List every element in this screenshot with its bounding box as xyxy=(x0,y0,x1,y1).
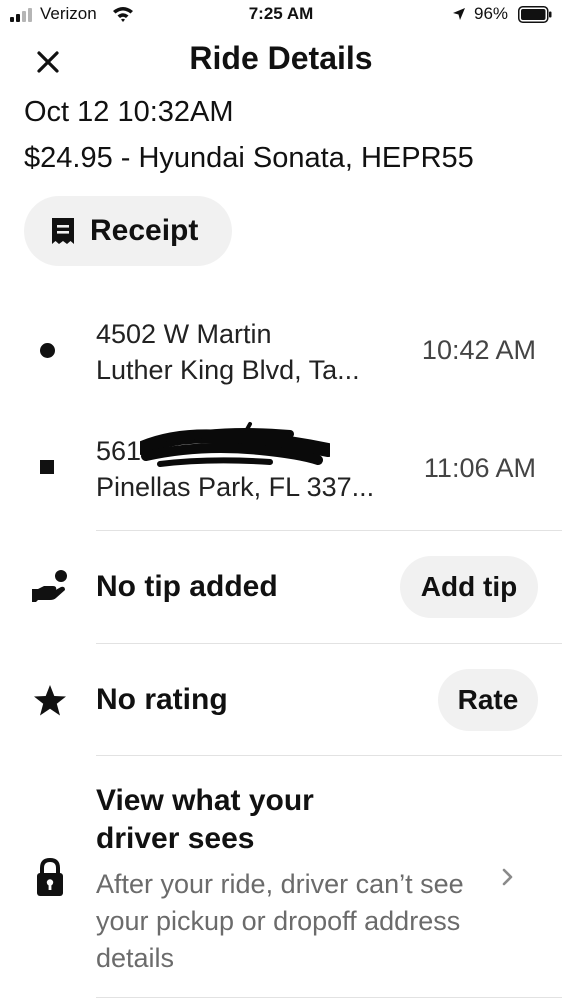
receipt-button[interactable]: Receipt xyxy=(24,196,232,266)
dropoff-address-line2: Pinellas Park, FL 337... xyxy=(96,472,375,502)
lock-icon xyxy=(37,857,63,896)
dropoff-time: 11:06 AM xyxy=(423,453,536,483)
driver-view-title: View what your driver sees xyxy=(96,784,314,855)
rate-button[interactable]: Rate xyxy=(438,669,538,731)
pickup-address-line2: Luther King Blvd, Ta... xyxy=(96,355,360,385)
pickup-time: 10:42 AM xyxy=(421,335,536,365)
chevron-right-icon[interactable] xyxy=(498,862,518,892)
divider xyxy=(96,755,562,756)
driver-view-description: After your ride, driver can’t see your p… xyxy=(96,869,464,973)
divider xyxy=(96,643,562,644)
tip-hand-icon xyxy=(32,570,67,602)
pickup-address-line1: 4502 W Martin xyxy=(96,319,272,349)
redaction-scribble xyxy=(140,422,330,467)
rating-status: No rating xyxy=(96,683,228,716)
location-arrow-icon xyxy=(453,8,465,20)
star-icon xyxy=(34,685,66,716)
trip-summary: $24.95 - Hyundai Sonata, HEPR55 xyxy=(24,142,474,174)
divider xyxy=(96,530,562,531)
receipt-button-label: Receipt xyxy=(90,214,199,247)
add-tip-button[interactable]: Add tip xyxy=(400,556,538,618)
battery-icon xyxy=(518,6,552,23)
dropoff-square-icon xyxy=(40,460,54,474)
pickup-address: 4502 W Martin Luther King Blvd, Ta... xyxy=(96,316,396,388)
page-title: Ride Details xyxy=(189,40,373,76)
tip-status: No tip added xyxy=(96,570,278,603)
battery-percentage: 96% xyxy=(474,4,509,23)
pickup-dot-icon xyxy=(40,343,55,358)
trip-datetime: Oct 12 10:32AM xyxy=(24,96,234,128)
divider xyxy=(96,997,562,998)
receipt-icon xyxy=(52,218,74,244)
